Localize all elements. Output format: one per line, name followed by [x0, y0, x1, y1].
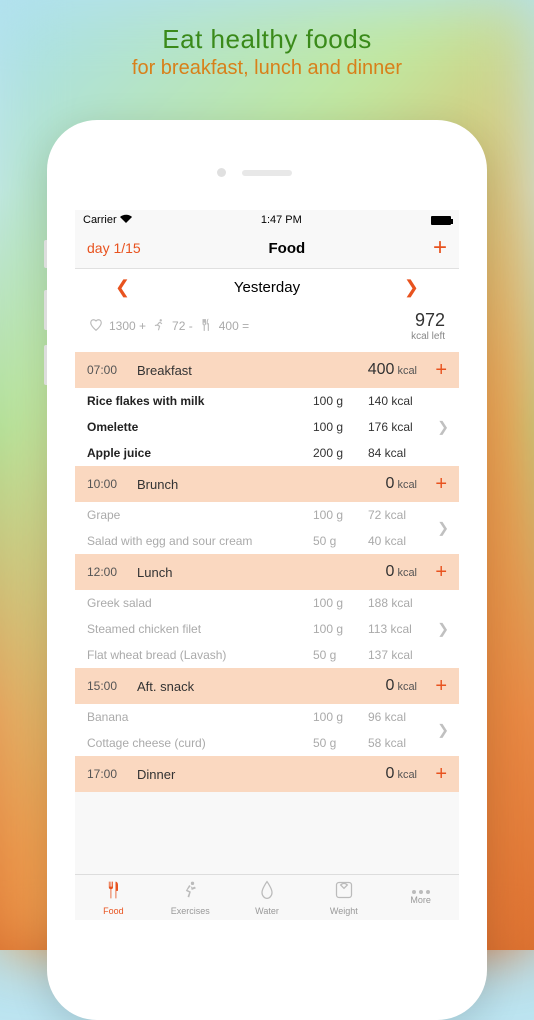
food-row: Rice flakes with milk100 g140 kcal: [75, 388, 459, 414]
nav-bar: day 1/15 Food +: [75, 230, 459, 269]
meal-header-brunch[interactable]: 10:00 Brunch 0kcal +: [75, 466, 459, 502]
meal-header-dinner[interactable]: 17:00 Dinner 0kcal +: [75, 756, 459, 792]
page-title: Food: [269, 240, 306, 257]
food-row: Flat wheat bread (Lavash)50 g137 kcal: [75, 642, 459, 668]
food-row: Salad with egg and sour cream50 g40 kcal: [75, 528, 459, 554]
clock: 1:47 PM: [261, 214, 302, 226]
meal-header-snack[interactable]: 15:00 Aft. snack 0kcal +: [75, 668, 459, 704]
meal-kcal: 0: [386, 475, 395, 493]
base-calories: 1300 +: [109, 319, 146, 333]
phone-frame: Carrier 1:47 PM day 1/15 Food + ❮ Yester…: [47, 120, 487, 1020]
add-button[interactable]: +: [433, 236, 447, 260]
food-row: Apple juice200 g84 kcal: [75, 440, 459, 466]
meal-kcal: 400: [368, 361, 395, 379]
tab-label: Food: [103, 906, 124, 916]
meal-kcal: 0: [386, 765, 395, 783]
promo-header: Eat healthy foods for breakfast, lunch a…: [0, 0, 534, 94]
meal-header-breakfast[interactable]: 07:00 Breakfast 400kcal +: [75, 352, 459, 388]
add-food-lunch[interactable]: +: [417, 562, 447, 582]
date-label[interactable]: Yesterday: [234, 279, 300, 296]
running-icon: [179, 880, 201, 905]
food-row: Steamed chicken filet100 g113 kcal: [75, 616, 459, 642]
food-group-breakfast[interactable]: Rice flakes with milk100 g140 kcal Omele…: [75, 388, 459, 466]
chevron-right-icon: ❯: [437, 722, 449, 739]
day-counter[interactable]: day 1/15: [87, 240, 141, 256]
scale-icon: [333, 880, 355, 905]
tab-bar: Food Exercises Water Weight More: [75, 874, 459, 920]
date-selector: ❮ Yesterday ❯: [75, 269, 459, 306]
food-row: Omelette100 g176 kcal: [75, 414, 459, 440]
remaining-label: kcal left: [411, 331, 445, 342]
battery-icon: [431, 216, 451, 225]
add-food-breakfast[interactable]: +: [417, 360, 447, 380]
meal-header-lunch[interactable]: 12:00 Lunch 0kcal +: [75, 554, 459, 590]
add-food-snack[interactable]: +: [417, 676, 447, 696]
chevron-right-icon: ❯: [437, 520, 449, 537]
remaining-kcal: 972: [411, 310, 445, 331]
utensils-icon: [102, 880, 124, 905]
meal-time: 10:00: [87, 477, 137, 491]
meal-time: 07:00: [87, 363, 137, 377]
meal-name: Aft. snack: [137, 679, 327, 694]
promo-subtitle: for breakfast, lunch and dinner: [20, 57, 514, 80]
food-group-snack[interactable]: Banana100 g96 kcal Cottage cheese (curd)…: [75, 704, 459, 756]
meal-name: Brunch: [137, 477, 327, 492]
prev-day-button[interactable]: ❮: [115, 277, 130, 298]
tab-label: Weight: [330, 906, 358, 916]
food-row: Banana100 g96 kcal: [75, 704, 459, 730]
wifi-icon: [120, 214, 132, 226]
food-group-brunch[interactable]: Grape100 g72 kcal Salad with egg and sou…: [75, 502, 459, 554]
food-row: Grape100 g72 kcal: [75, 502, 459, 528]
tab-food[interactable]: Food: [75, 875, 152, 920]
meal-time: 15:00: [87, 679, 137, 693]
add-food-dinner[interactable]: +: [417, 764, 447, 784]
meal-time: 17:00: [87, 767, 137, 781]
status-bar: Carrier 1:47 PM: [75, 210, 459, 230]
water-drop-icon: [256, 880, 278, 905]
meal-kcal: 0: [386, 677, 395, 695]
meal-name: Breakfast: [137, 363, 327, 378]
heart-icon: [89, 318, 103, 335]
exercise-calories: 72 -: [172, 319, 193, 333]
tab-exercises[interactable]: Exercises: [152, 875, 229, 920]
food-row: Greek salad100 g188 kcal: [75, 590, 459, 616]
next-day-button[interactable]: ❯: [404, 277, 419, 298]
chevron-right-icon: ❯: [437, 621, 449, 638]
meal-name: Lunch: [137, 565, 327, 580]
food-row: Cottage cheese (curd)50 g58 kcal: [75, 730, 459, 756]
chevron-right-icon: ❯: [437, 419, 449, 436]
tab-weight[interactable]: Weight: [305, 875, 382, 920]
tab-water[interactable]: Water: [229, 875, 306, 920]
carrier-label: Carrier: [83, 214, 117, 226]
meal-kcal: 0: [386, 563, 395, 581]
tab-label: Exercises: [171, 906, 210, 916]
tab-label: Water: [255, 906, 279, 916]
add-food-brunch[interactable]: +: [417, 474, 447, 494]
fork-icon: [199, 318, 213, 335]
more-icon: [412, 890, 430, 894]
meal-time: 12:00: [87, 565, 137, 579]
tab-label: More: [410, 895, 431, 905]
food-calories: 400 =: [219, 319, 249, 333]
tab-more[interactable]: More: [382, 875, 459, 920]
promo-title: Eat healthy foods: [20, 24, 514, 55]
meal-name: Dinner: [137, 767, 327, 782]
running-icon: [152, 318, 166, 335]
calorie-summary: 1300 + 72 - 400 = 972 kcal left: [75, 306, 459, 352]
food-group-lunch[interactable]: Greek salad100 g188 kcal Steamed chicken…: [75, 590, 459, 668]
